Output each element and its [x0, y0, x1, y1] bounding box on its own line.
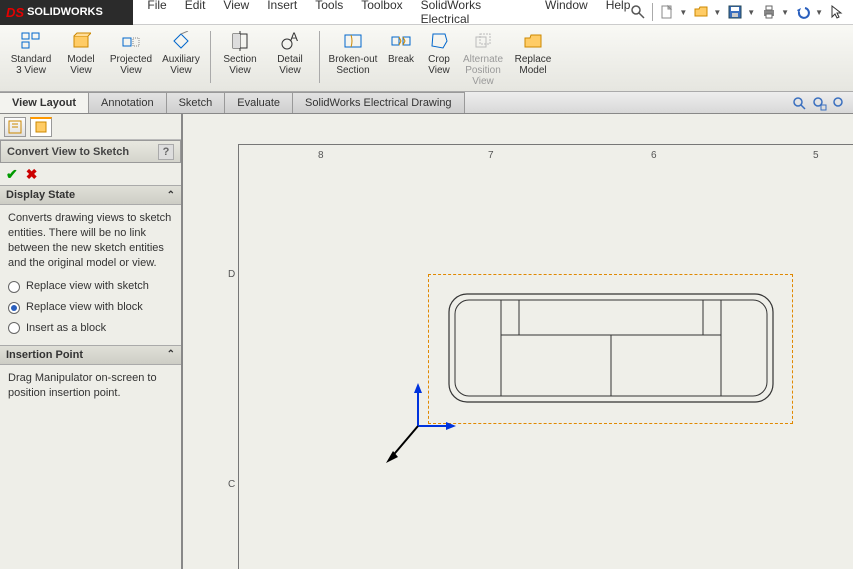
menu-file[interactable]: File: [147, 0, 166, 26]
confirm-row: ✔ ✖: [0, 163, 181, 185]
dropdown-icon[interactable]: ▼: [781, 8, 789, 17]
menu-sw-electrical[interactable]: SolidWorks Electrical: [421, 0, 527, 26]
projected-view-button[interactable]: ProjectedView: [106, 28, 156, 91]
ruler-top-8: 8: [318, 150, 324, 161]
ds-logo-icon: DS: [6, 5, 24, 20]
ok-check-icon[interactable]: ✔: [6, 166, 18, 183]
ruler-top-6: 6: [651, 150, 657, 161]
crop-view-icon: [429, 31, 449, 51]
radio-insert-block[interactable]: Insert as a block: [8, 318, 173, 339]
dropdown-icon[interactable]: ▼: [747, 8, 755, 17]
ruler-left-c: C: [228, 479, 235, 490]
panel-tab-bar: [0, 114, 181, 140]
property-manager-panel: Convert View to Sketch ? ✔ ✖ Display Sta…: [0, 114, 183, 569]
auxiliary-view-button[interactable]: AuxiliaryView: [156, 28, 206, 91]
tab-evaluate[interactable]: Evaluate: [225, 92, 293, 113]
broken-out-icon: [343, 31, 363, 51]
dropdown-icon[interactable]: ▼: [713, 8, 721, 17]
tab-view-layout[interactable]: View Layout: [0, 92, 89, 113]
menu-toolbox[interactable]: Toolbox: [361, 0, 402, 26]
replace-model-button[interactable]: ReplaceModel: [508, 28, 558, 91]
display-state-desc: Converts drawing views to sketch entitie…: [8, 211, 173, 270]
property-manager-tab-icon[interactable]: [30, 117, 52, 137]
display-state-header[interactable]: Display State ⌃: [0, 185, 181, 205]
radio-replace-block[interactable]: Replace view with block: [8, 297, 173, 318]
menu-tools[interactable]: Tools: [315, 0, 343, 26]
origin-triad[interactable]: [378, 381, 458, 471]
undo-icon[interactable]: [795, 4, 811, 20]
cancel-x-icon[interactable]: ✖: [26, 166, 38, 183]
menu-insert[interactable]: Insert: [267, 0, 297, 26]
tab-annotation[interactable]: Annotation: [89, 92, 167, 113]
break-icon: [391, 31, 411, 51]
help-button[interactable]: ?: [158, 144, 174, 160]
tab-sketch[interactable]: Sketch: [167, 92, 226, 113]
alternate-position-view-button: AlternatePositionView: [458, 28, 508, 91]
app-logo: DS SOLIDWORKS: [0, 0, 133, 25]
standard-3view-icon: [20, 31, 42, 51]
tab-sw-electrical-drawing[interactable]: SolidWorks Electrical Drawing: [293, 92, 465, 113]
insertion-point-header[interactable]: Insertion Point ⌃: [0, 345, 181, 365]
broken-out-section-button[interactable]: Broken-outSection: [324, 28, 382, 91]
logo-text: SOLIDWORKS: [27, 6, 103, 18]
display-state-body: Converts drawing views to sketch entitie…: [0, 205, 181, 345]
alternate-position-icon: [473, 31, 493, 51]
zoom-fit-icon[interactable]: [791, 95, 807, 111]
menu-items: File Edit View Insert Tools Toolbox Soli…: [133, 0, 630, 26]
dropdown-icon[interactable]: ▼: [815, 8, 823, 17]
menu-view[interactable]: View: [223, 0, 249, 26]
replace-model-icon: [523, 31, 543, 51]
section-view-icon: [231, 31, 249, 51]
drawing-view-part[interactable]: [441, 286, 781, 411]
toolbar-icons: ▼ ▼ ▼ ▼ ▼: [630, 3, 853, 21]
search-icon[interactable]: [630, 4, 646, 20]
svg-text:A: A: [290, 31, 298, 44]
select-cursor-icon[interactable]: [829, 4, 845, 20]
dropdown-icon[interactable]: ▼: [679, 8, 687, 17]
collapse-icon: ⌃: [167, 349, 175, 360]
workarea: Convert View to Sketch ? ✔ ✖ Display Sta…: [0, 114, 853, 569]
detail-view-icon: A: [280, 31, 300, 51]
drawing-canvas[interactable]: 8 7 6 5 D C: [183, 114, 853, 569]
auxiliary-view-icon: [171, 31, 191, 51]
print-icon[interactable]: [761, 4, 777, 20]
standard-3view-button[interactable]: Standard3 View: [6, 28, 56, 91]
projected-view-icon: [121, 31, 141, 51]
crop-view-button[interactable]: CropView: [420, 28, 458, 91]
section-view-button[interactable]: SectionView: [215, 28, 265, 91]
menu-edit[interactable]: Edit: [185, 0, 206, 26]
model-view-button[interactable]: ModelView: [56, 28, 106, 91]
menu-window[interactable]: Window: [545, 0, 588, 26]
break-button[interactable]: Break: [382, 28, 420, 91]
save-icon[interactable]: [727, 4, 743, 20]
model-view-icon: [71, 31, 91, 51]
property-title: Convert View to Sketch: [7, 146, 129, 158]
detail-view-button[interactable]: A DetailView: [265, 28, 315, 91]
ruler-left-d: D: [228, 269, 235, 280]
radio-replace-sketch[interactable]: Replace view with sketch: [8, 276, 173, 297]
command-ribbon: Standard3 View ModelView ProjectedView A…: [0, 25, 853, 92]
new-file-icon[interactable]: [659, 4, 675, 20]
ruler-top-7: 7: [488, 150, 494, 161]
property-title-bar: Convert View to Sketch ?: [0, 140, 181, 163]
ruler-top-5: 5: [813, 150, 819, 161]
zoom-prev-icon[interactable]: [831, 95, 847, 111]
menu-help[interactable]: Help: [606, 0, 631, 26]
feature-tree-tab-icon[interactable]: [4, 117, 26, 137]
open-file-icon[interactable]: [693, 4, 709, 20]
menu-bar: DS SOLIDWORKS File Edit View Insert Tool…: [0, 0, 853, 25]
command-tabs: View Layout Annotation Sketch Evaluate S…: [0, 92, 853, 114]
insertion-point-body: Drag Manipulator on-screen to position i…: [0, 365, 181, 407]
zoom-area-icon[interactable]: [811, 95, 827, 111]
insertion-point-desc: Drag Manipulator on-screen to position i…: [8, 371, 173, 401]
collapse-icon: ⌃: [167, 190, 175, 201]
